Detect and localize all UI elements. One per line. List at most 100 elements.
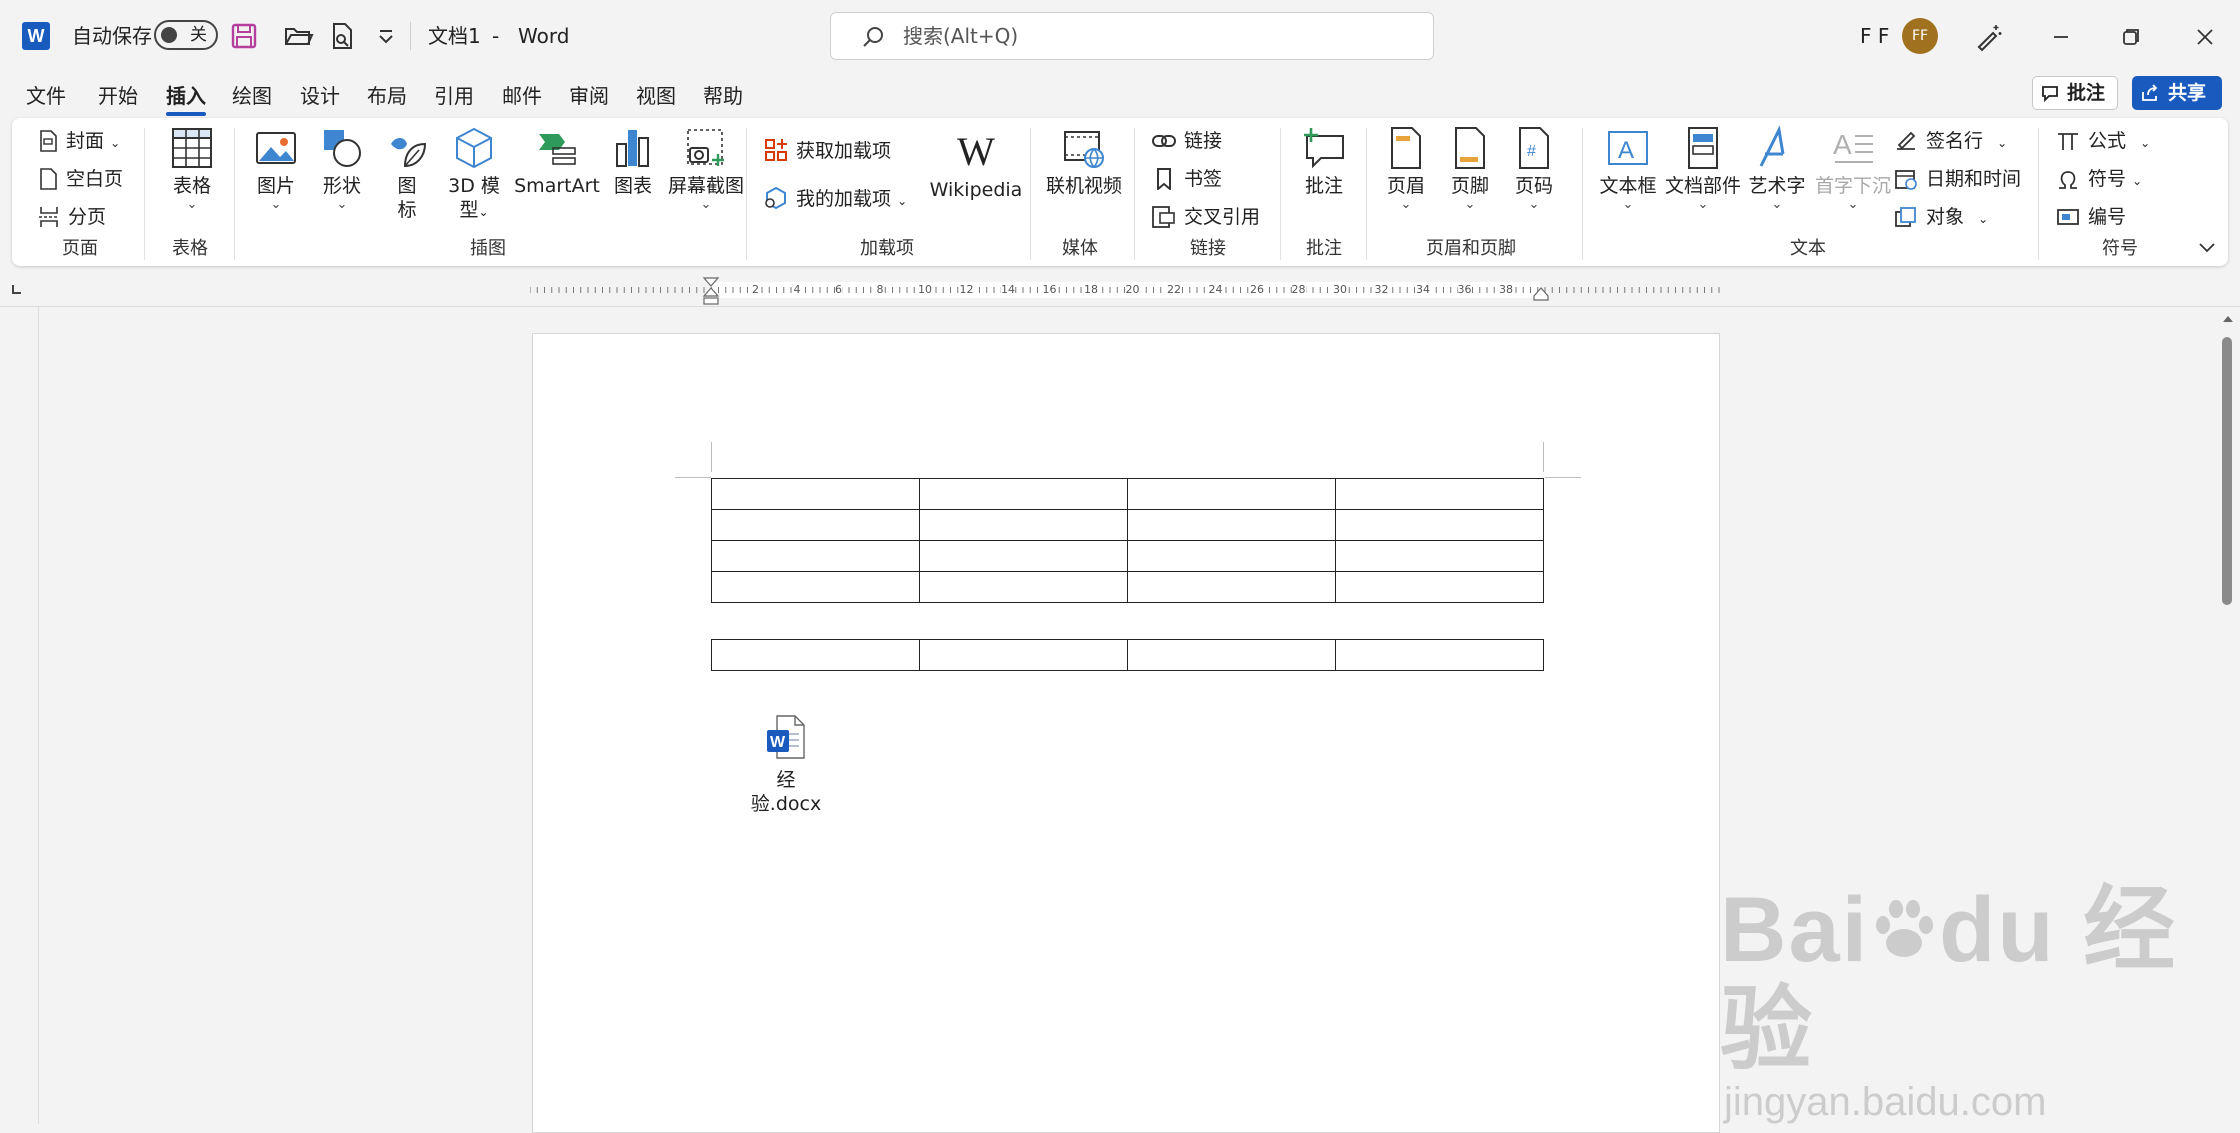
wikipedia-button[interactable]: W Wikipedia xyxy=(926,130,1026,202)
table-cell[interactable] xyxy=(711,571,920,603)
tab-home[interactable]: 开始 xyxy=(98,82,138,110)
save-icon[interactable] xyxy=(228,20,260,52)
user-name[interactable]: F F xyxy=(1860,22,1889,50)
group-separator xyxy=(1134,128,1135,260)
table-cell[interactable] xyxy=(1335,540,1544,572)
scroll-up-icon[interactable] xyxy=(2222,313,2234,325)
symbol-button[interactable]: 符号 ⌄ xyxy=(2056,166,2142,194)
table-cell[interactable] xyxy=(1335,478,1544,510)
date-time-button[interactable]: 日期和时间 xyxy=(1894,166,2021,192)
collapse-ribbon-icon[interactable] xyxy=(2196,236,2218,258)
minimize-icon[interactable] xyxy=(2044,20,2078,54)
group-separator xyxy=(1366,128,1367,260)
chevron-down-icon: ⌄ xyxy=(336,197,348,212)
tab-view[interactable]: 视图 xyxy=(636,82,676,110)
table-cell[interactable] xyxy=(1335,571,1544,603)
scrollbar-thumb[interactable] xyxy=(2222,337,2232,605)
shapes-button[interactable]: 形状 ⌄ xyxy=(314,126,370,212)
table-cell[interactable] xyxy=(711,478,920,510)
document-page[interactable] xyxy=(532,333,1720,1133)
link-button[interactable]: 链接 xyxy=(1152,128,1222,154)
page-number-icon: # xyxy=(1519,127,1549,169)
bookmark-button[interactable]: 书签 xyxy=(1152,166,1222,192)
table-button[interactable]: 表格 ⌄ xyxy=(160,126,224,212)
signature-icon xyxy=(1897,131,1916,150)
online-video-button[interactable]: 联机视频 xyxy=(1042,126,1126,198)
page-break-button[interactable]: 分页 xyxy=(38,204,106,230)
chevron-down-icon: ⌄ xyxy=(1464,197,1476,212)
close-icon[interactable] xyxy=(2188,20,2222,54)
header-label: 页眉 xyxy=(1386,175,1425,197)
my-addins-button[interactable]: 我的加载项 ⌄ xyxy=(764,186,907,214)
group-separator xyxy=(1582,128,1583,260)
tab-stop-icon[interactable] xyxy=(10,282,24,296)
chart-button[interactable]: 图表 xyxy=(608,126,658,198)
tab-review[interactable]: 审阅 xyxy=(569,82,609,110)
signature-line-button[interactable]: 签名行 ⌄ xyxy=(1894,128,2007,156)
table-cell[interactable] xyxy=(919,478,1128,510)
autosave-toggle[interactable]: 关 xyxy=(154,20,218,50)
embedded-file-object[interactable]: W 经验.docx xyxy=(744,714,828,816)
textbox-button[interactable]: A 文本框 ⌄ xyxy=(1592,126,1664,212)
quick-parts-button[interactable]: 文档部件 ⌄ xyxy=(1660,126,1746,212)
number-button[interactable]: 编号 xyxy=(2056,204,2126,230)
avatar[interactable]: FF xyxy=(1902,18,1938,54)
footer-button[interactable]: 页脚 ⌄ xyxy=(1440,126,1500,212)
designer-wand-icon[interactable] xyxy=(1972,20,2006,54)
table-cell[interactable] xyxy=(1127,478,1336,510)
right-indent-marker-icon[interactable] xyxy=(1532,286,1550,302)
table-cell[interactable] xyxy=(1335,639,1544,671)
ruler-number: 2 xyxy=(752,283,759,297)
search-box[interactable]: 搜索(Alt+Q) xyxy=(830,12,1434,60)
page-number-button[interactable]: # 页码 ⌄ xyxy=(1504,126,1564,212)
tab-design[interactable]: 设计 xyxy=(300,82,340,110)
picture-button[interactable]: 图片 ⌄ xyxy=(248,126,304,212)
cross-reference-button[interactable]: 交叉引用 xyxy=(1152,204,1260,230)
open-folder-icon[interactable] xyxy=(282,20,314,52)
tab-references[interactable]: 引用 xyxy=(434,82,474,110)
table-cell[interactable] xyxy=(919,571,1128,603)
table-cell[interactable] xyxy=(919,509,1128,541)
screenshot-button[interactable]: 屏幕截图 ⌄ xyxy=(664,126,748,212)
drop-cap-button[interactable]: A 首字下沉 ⌄ xyxy=(1812,126,1894,212)
table-cell[interactable] xyxy=(1127,571,1336,603)
smartart-button[interactable]: SmartArt xyxy=(514,126,600,198)
share-button[interactable]: 共享 xyxy=(2132,76,2222,110)
table-cell[interactable] xyxy=(919,540,1128,572)
table-row xyxy=(711,540,1544,572)
tab-mailings[interactable]: 邮件 xyxy=(502,82,542,110)
table-cell[interactable] xyxy=(711,540,920,572)
tab-draw[interactable]: 绘图 xyxy=(232,82,272,110)
tab-layout[interactable]: 布局 xyxy=(367,82,407,110)
customize-toolbar-icon[interactable] xyxy=(370,20,402,52)
get-addins-button[interactable]: 获取加载项 xyxy=(764,138,891,164)
tab-file[interactable]: 文件 xyxy=(26,82,66,110)
table-2[interactable] xyxy=(711,639,1544,671)
header-button[interactable]: 页眉 ⌄ xyxy=(1376,126,1436,212)
table-cell[interactable] xyxy=(919,639,1128,671)
tab-help[interactable]: 帮助 xyxy=(703,82,743,110)
table-cell[interactable] xyxy=(1127,540,1336,572)
smartart-icon xyxy=(539,134,576,165)
indent-marker-icon[interactable] xyxy=(702,276,720,306)
cover-page-button[interactable]: 封面 ⌄ xyxy=(38,128,120,156)
tab-insert[interactable]: 插入 xyxy=(166,82,206,116)
print-preview-icon[interactable] xyxy=(326,20,358,52)
object-button[interactable]: 对象 ⌄ xyxy=(1894,204,1988,232)
blank-page-button[interactable]: 空白页 xyxy=(38,166,123,192)
horizontal-ruler[interactable]: 2 4 6 8 10 12 14 16 18 20 22 24 26 28 30 32 34 36 38 xyxy=(530,277,1720,305)
equation-button[interactable]: 公式 ⌄ xyxy=(2056,128,2150,156)
table-cell[interactable] xyxy=(1335,509,1544,541)
table-cell[interactable] xyxy=(711,639,920,671)
new-comment-button[interactable]: 批注 xyxy=(1292,126,1356,198)
comments-button[interactable]: 批注 xyxy=(2032,76,2118,110)
restore-icon[interactable] xyxy=(2114,20,2148,54)
icons-button[interactable]: 图 标 xyxy=(382,126,432,222)
table-cell[interactable] xyxy=(1127,639,1336,671)
wordart-button[interactable]: 艺术字 ⌄ xyxy=(1742,126,1812,212)
table-1[interactable] xyxy=(711,478,1544,603)
table-cell[interactable] xyxy=(1127,509,1336,541)
table-cell[interactable] xyxy=(711,509,920,541)
ruler-number: 14 xyxy=(1001,283,1015,297)
3d-models-button[interactable]: 3D 模 型⌄ xyxy=(442,126,506,224)
